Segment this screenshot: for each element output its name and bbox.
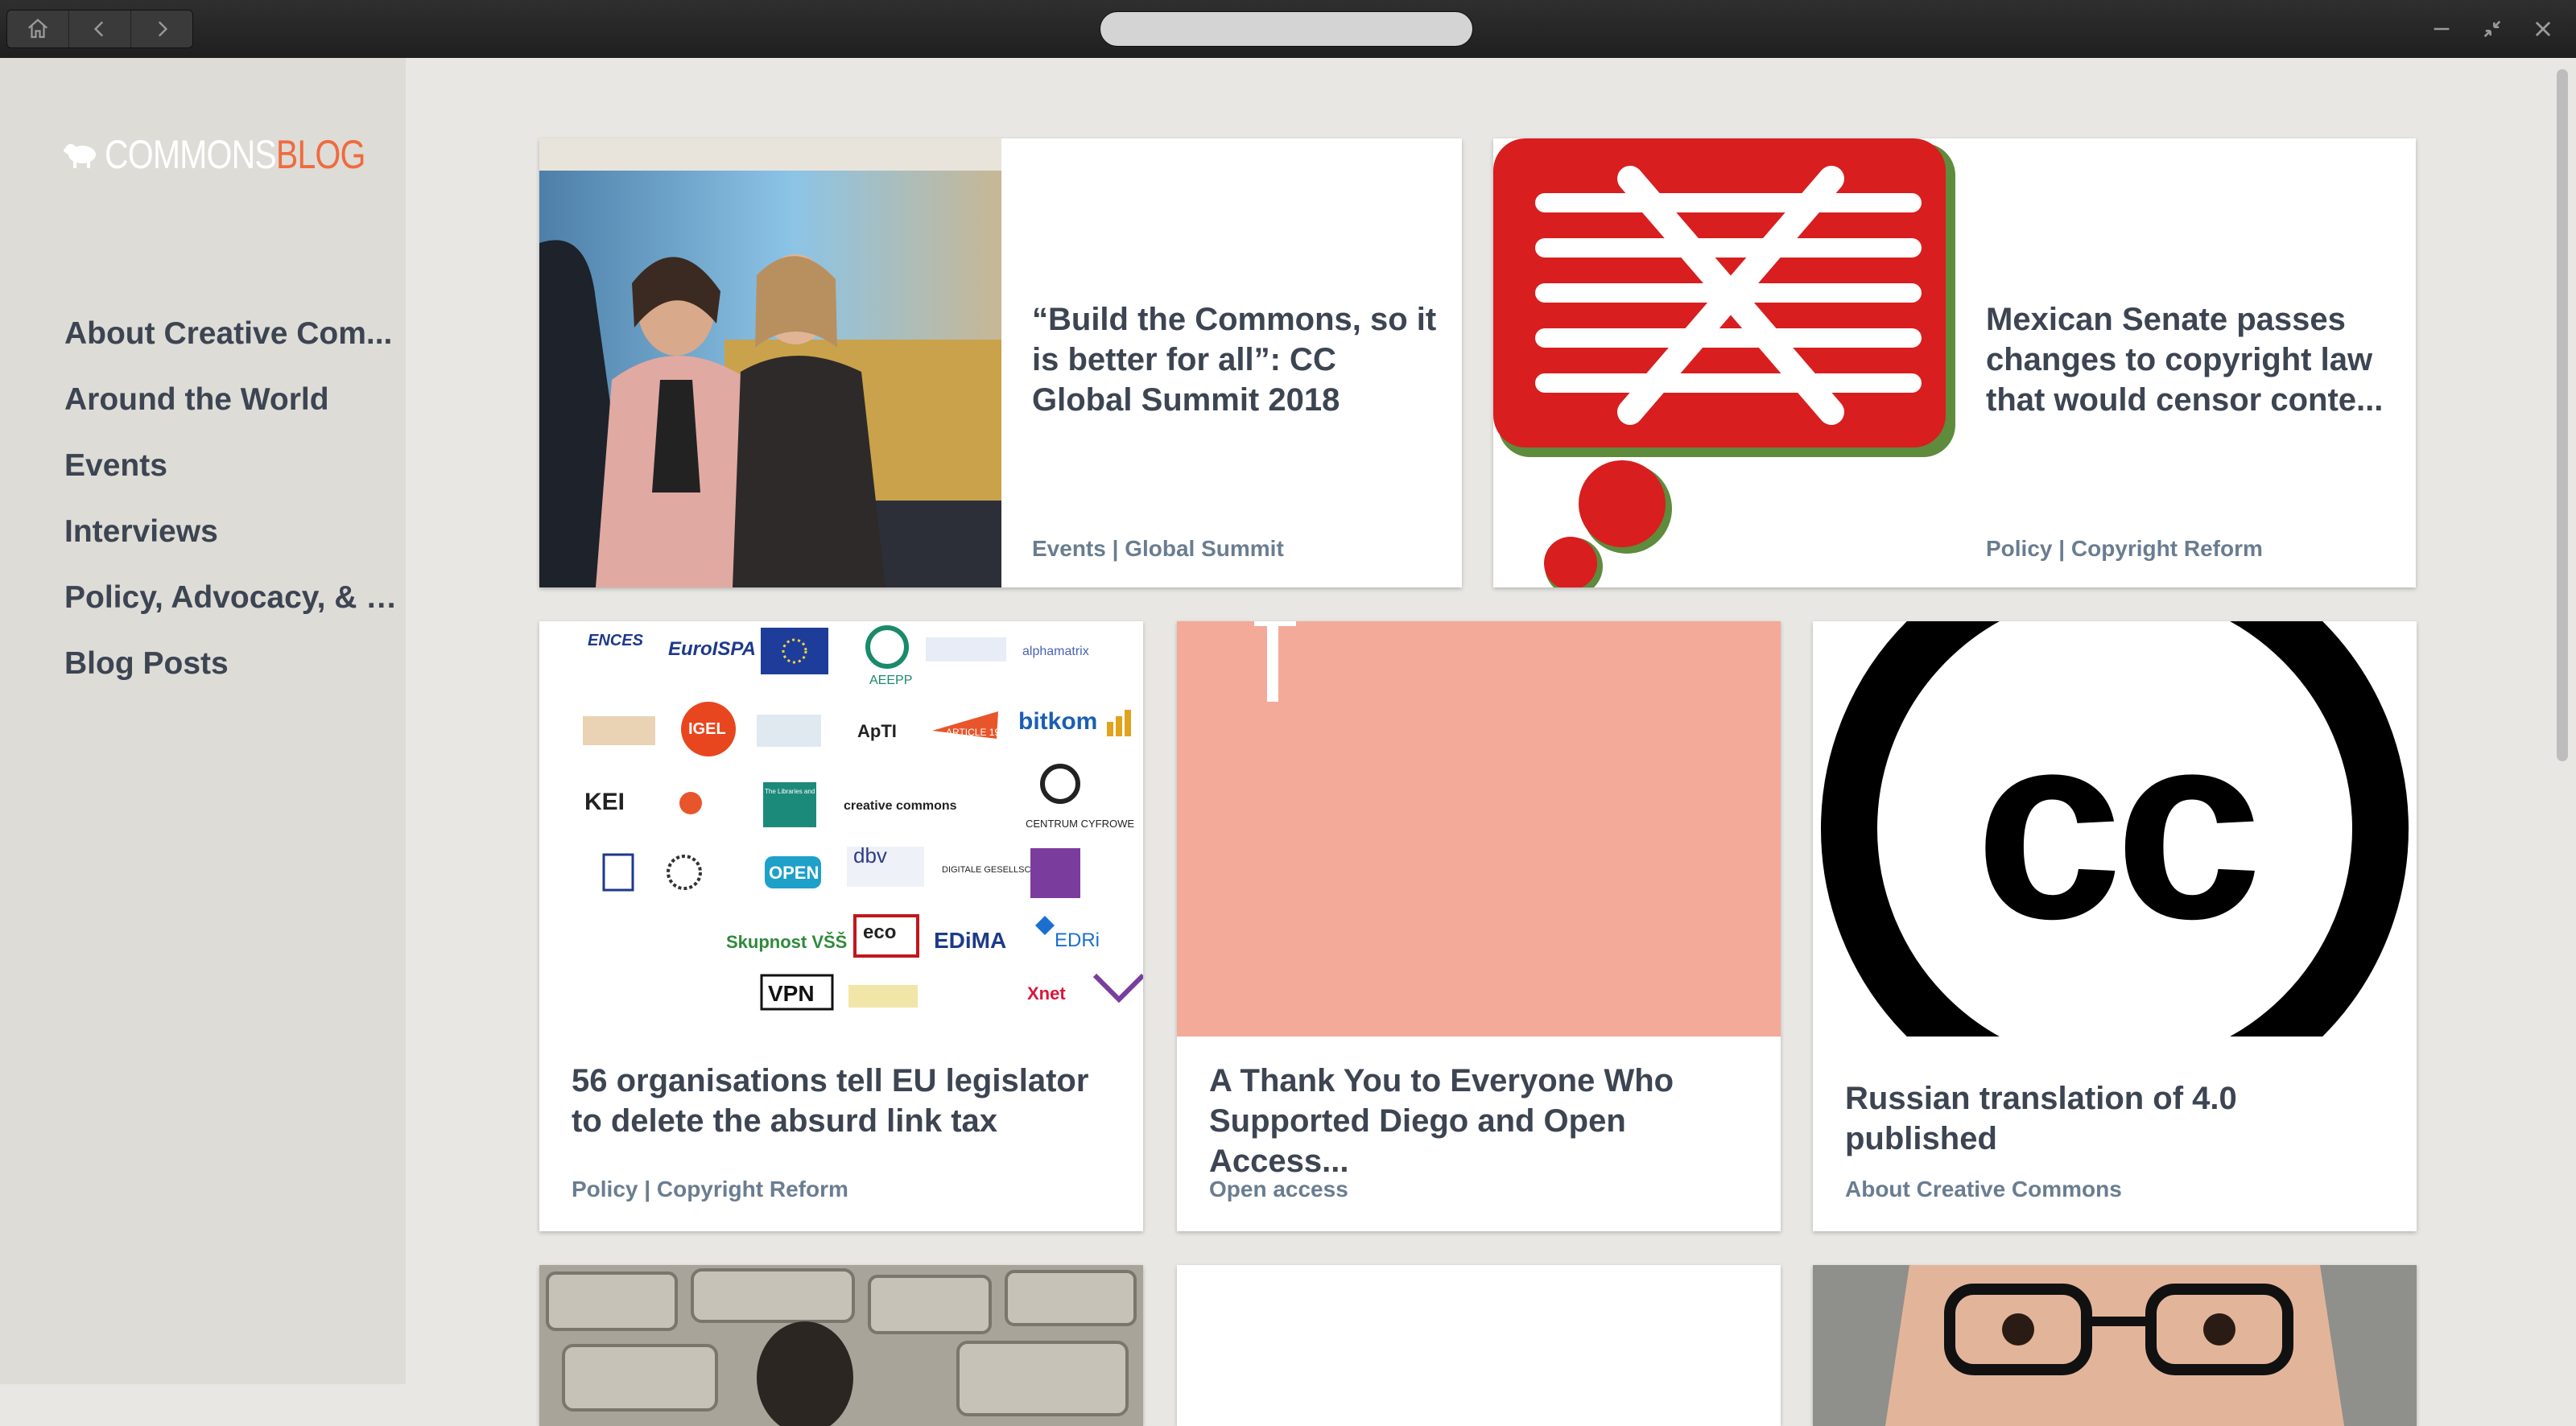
sidebar-item-around-the-world[interactable]: Around the World (64, 373, 402, 439)
logo-label: Skupnost VŠŠ (726, 932, 847, 952)
logo-label: EDRi (1055, 929, 1100, 951)
navigation-buttons (6, 10, 193, 48)
category-nav: About Creative Com... Around the World E… (64, 307, 402, 703)
logo-label: alphamatrix (1022, 645, 1089, 658)
post-card[interactable] (1813, 1265, 2417, 1426)
back-button[interactable] (69, 10, 131, 47)
logo-label: OPEN (769, 863, 819, 883)
logo-label: EuroISPA (668, 638, 756, 660)
title-bar (0, 0, 2576, 58)
chevron-left-icon (93, 21, 104, 37)
logo-label: ARTICLE 19 (946, 727, 1000, 738)
post-category[interactable]: Open access (1209, 1177, 1348, 1202)
sidebar-item-interviews[interactable]: Interviews (64, 505, 402, 571)
close-button[interactable] (2527, 13, 2559, 45)
restore-button[interactable] (2476, 13, 2508, 45)
logo-label: eco (863, 921, 896, 943)
sidebar: COMMONSBLOG About Creative Com... Around… (0, 58, 406, 1384)
post-title[interactable]: Russian translation of 4.0 published (1845, 1078, 2392, 1159)
post-category[interactable]: Events | Global Summit (1032, 536, 1284, 562)
chevron-right-icon (158, 21, 168, 37)
commons-blog-logo[interactable]: COMMONSBLOG (63, 130, 423, 179)
post-title[interactable]: A Thank You to Everyone Who Supported Di… (1209, 1061, 1757, 1181)
post-category[interactable]: Policy | Copyright Reform (572, 1177, 848, 1202)
home-button[interactable] (7, 10, 69, 47)
cc-logo-image: cc (1813, 621, 2417, 1037)
post-title[interactable]: Mexican Senate passes changes to copyrig… (1986, 299, 2393, 420)
logo-label: creative commons (844, 799, 957, 813)
logo-label: ApTI (857, 721, 897, 741)
sidebar-item-policy-advocacy[interactable]: Policy, Advocacy, & C... (64, 571, 402, 637)
post-card[interactable]: “Build the Commons, so it is better for … (539, 138, 1462, 587)
logo-label: IGEL (688, 720, 726, 738)
logo-label: Xnet (1027, 983, 1066, 1004)
cc-logo-text: cc (1975, 677, 2256, 974)
stone-wall-photo (539, 1265, 1143, 1426)
portrait-photo (1813, 1265, 2417, 1426)
summit-panel-photo (539, 138, 1001, 587)
sheep-icon (64, 144, 96, 168)
post-card[interactable]: cc Russian translation of 4.0 published … (1813, 621, 2417, 1231)
logo-label: VPN (768, 981, 815, 1006)
logo-commons: COMMONS (105, 132, 277, 177)
minimize-button[interactable] (2425, 13, 2458, 45)
censored-speech-bubble-image (1493, 138, 1955, 587)
restore-icon (2483, 20, 2501, 38)
logo-label: The Libraries and Archives Copyright All… (765, 788, 895, 795)
post-card[interactable] (1177, 1265, 1781, 1426)
sidebar-item-events[interactable]: Events (64, 439, 402, 505)
close-icon (2535, 21, 2551, 37)
logo-blog: BLOG (275, 132, 365, 177)
minimize-icon (2434, 27, 2450, 31)
home-icon (28, 19, 47, 39)
logo-label: AEEPP (869, 674, 912, 687)
logo-label: CENTRUM CYFROWE (1026, 818, 1134, 830)
forward-button[interactable] (131, 10, 192, 47)
organisations-logo-wall: ENCES EuroISPA AEEPP alphamatrix IGEL Ap… (539, 621, 1143, 1037)
scroll-thumb[interactable] (2557, 69, 2568, 761)
post-category[interactable]: About Creative Commons (1845, 1177, 2122, 1202)
post-card[interactable] (539, 1265, 1143, 1426)
post-category[interactable]: Policy | Copyright Reform (1986, 536, 2263, 562)
sidebar-item-about-creative-commons[interactable]: About Creative Com... (64, 307, 402, 373)
logo-label: ENCES (588, 632, 644, 649)
post-card[interactable]: A Thank You to Everyone Who Supported Di… (1177, 621, 1781, 1231)
salmon-header-image (1177, 621, 1781, 1037)
scrollbar[interactable] (2552, 58, 2576, 1384)
sidebar-item-blog-posts[interactable]: Blog Posts (64, 637, 402, 703)
post-card[interactable]: Mexican Senate passes changes to copyrig… (1493, 138, 2416, 587)
logo-label: EDiMA (934, 928, 1006, 953)
logo-label: dbv (853, 843, 887, 868)
logo-label: bitkom (1018, 708, 1097, 735)
post-title[interactable]: “Build the Commons, so it is better for … (1032, 299, 1439, 420)
post-title[interactable]: 56 organisations tell EU legislator to d… (572, 1061, 1119, 1141)
search-input[interactable] (1100, 11, 1473, 47)
logo-text: COMMONSBLOG (105, 130, 365, 179)
logo-label: KEI (584, 789, 625, 815)
post-card[interactable]: ENCES EuroISPA AEEPP alphamatrix IGEL Ap… (539, 621, 1143, 1231)
